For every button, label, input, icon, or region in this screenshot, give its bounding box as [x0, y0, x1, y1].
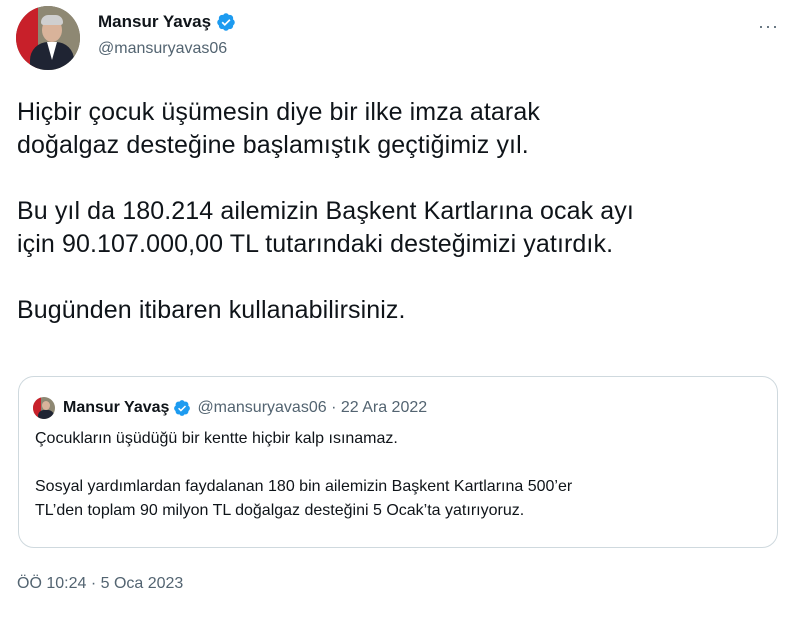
author-name[interactable]: Mansur Yavaş [98, 12, 211, 32]
verified-badge-icon [217, 13, 235, 31]
tweet-text: Hiçbir çocuk üşümesin diye bir ilke imza… [17, 96, 787, 327]
head-shape [42, 401, 50, 410]
quoted-paragraph: Sosyal yardımlardan faydalanan 180 bin a… [35, 478, 573, 519]
author-handle[interactable]: @mansuryavas06 [98, 40, 227, 58]
quoted-tweet-text: Çocukların üşüdüğü bir kentte hiçbir kal… [35, 427, 765, 523]
quoted-handle-date: @mansuryavas06 · 22 Ara 2022 [197, 399, 428, 416]
quoted-author-name: Mansur Yavaş [63, 399, 170, 416]
quoted-avatar [33, 397, 55, 419]
tweet-timestamp[interactable]: ÖÖ 10:24 · 5 Oca 2023 [17, 575, 183, 593]
suit-shape [38, 410, 54, 419]
quoted-tweet-card[interactable]: Mansur Yavaş @mansuryavas06 · 22 Ara 202… [18, 376, 778, 548]
tweet-paragraph: Bugünden itibaren kullanabilirsiniz. [17, 296, 406, 324]
author-name-row[interactable]: Mansur Yavaş [98, 12, 236, 32]
tweet-paragraph: Hiçbir çocuk üşümesin diye bir ilke imza… [17, 98, 540, 159]
more-options-icon[interactable]: ··· [758, 16, 779, 37]
verified-badge-icon [174, 400, 191, 416]
hair-shape [41, 15, 63, 25]
tweet-paragraph: Bu yıl da 180.214 ailemizin Başkent Kart… [17, 197, 634, 258]
avatar[interactable] [16, 6, 80, 70]
quoted-paragraph: Çocukların üşüdüğü bir kentte hiçbir kal… [35, 430, 398, 447]
quoted-tweet-header: Mansur Yavaş @mansuryavas06 · 22 Ara 202… [33, 397, 427, 419]
